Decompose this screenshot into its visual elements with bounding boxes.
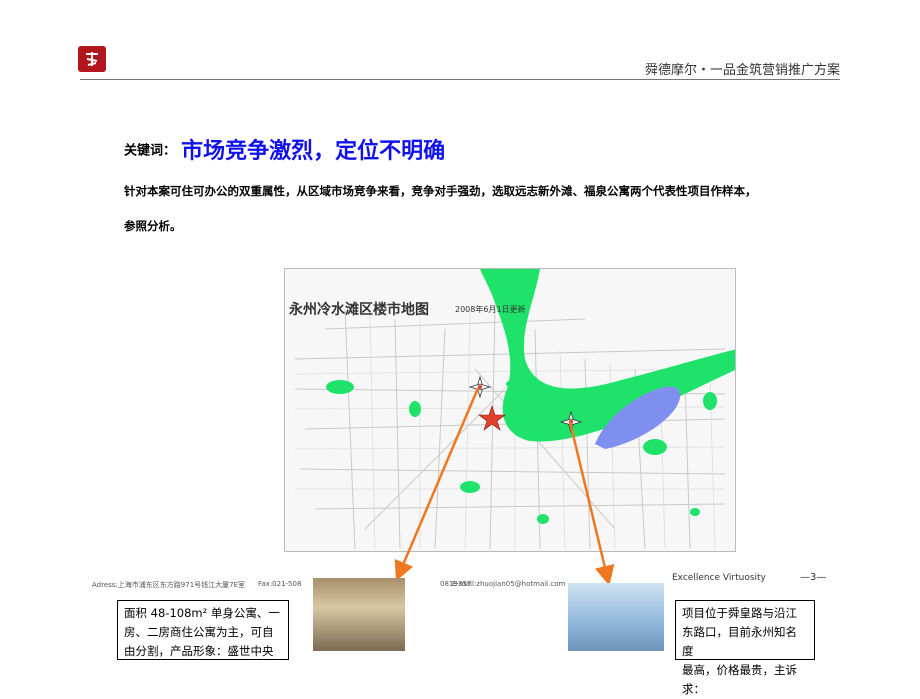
intro-line-1: 针对本案可住可办公的双重属性，从区域市场竞争来看，竞争对手强劲，选取远志新外滩、… xyxy=(124,184,757,198)
header-divider xyxy=(80,79,840,80)
compass-marker-left xyxy=(468,375,492,399)
project-note-right: 项目位于舜皇路与沿江 东路口，目前永州知名度 最高，价格最贵，主诉求： xyxy=(675,600,815,696)
intro-paragraph: 针对本案可住可办公的双重属性，从区域市场竞争来看，竞争对手强劲，选取远志新外滩、… xyxy=(124,174,844,244)
keyword-title: 市场竞争激烈，定位不明确 xyxy=(181,139,446,164)
note-right-line-1: 项目位于舜皇路与沿江 xyxy=(682,606,797,620)
footer-address: Adress:上海市浦东区东方路971号钱江大厦7E室 xyxy=(92,581,246,589)
project-note-left: 面积 48-108m² 单身公寓、一 房、二房商住公寓为主，可自 由分割，产品形… xyxy=(117,600,289,660)
calligraphy-seal-icon xyxy=(86,52,98,66)
footer-fax: Fax:021-508 xyxy=(258,580,302,588)
footer-email: E-mail:zhuojian05@hotmail.com xyxy=(452,580,566,588)
note-right-line-3: 最高，价格最贵，主诉求： xyxy=(682,663,797,696)
map-update-date: 2008年6月1日更新 xyxy=(455,305,526,314)
real-estate-map: 永州冷水滩区楼市地图 2008年6月1日更新 xyxy=(284,268,736,552)
map-title: 永州冷水滩区楼市地图 xyxy=(289,302,429,318)
company-logo xyxy=(78,46,106,72)
note-right-line-2: 东路口，目前永州知名度 xyxy=(682,625,797,658)
note-left-line-2: 房、二房商住公寓为主，可自 xyxy=(124,625,274,639)
project-photo-left xyxy=(313,578,405,651)
note-left-line-1: 面积 48-108m² 单身公寓、一 xyxy=(124,606,280,620)
page-number: —3— xyxy=(800,572,827,583)
keyword-heading: 关键词： 市场竞争激烈，定位不明确 xyxy=(124,133,445,165)
keyword-label: 关键词： xyxy=(124,143,177,159)
document-title: 舜德摩尔・一品金筑营销推广方案 xyxy=(644,63,840,78)
note-left-line-3: 由分割，产品形象：盛世中央 xyxy=(124,644,274,658)
project-photo-right xyxy=(568,583,664,651)
project-star-icon xyxy=(478,405,506,431)
footer-brand: Excellence Virtuosity xyxy=(672,573,766,583)
intro-line-2: 参照分析。 xyxy=(124,219,182,233)
